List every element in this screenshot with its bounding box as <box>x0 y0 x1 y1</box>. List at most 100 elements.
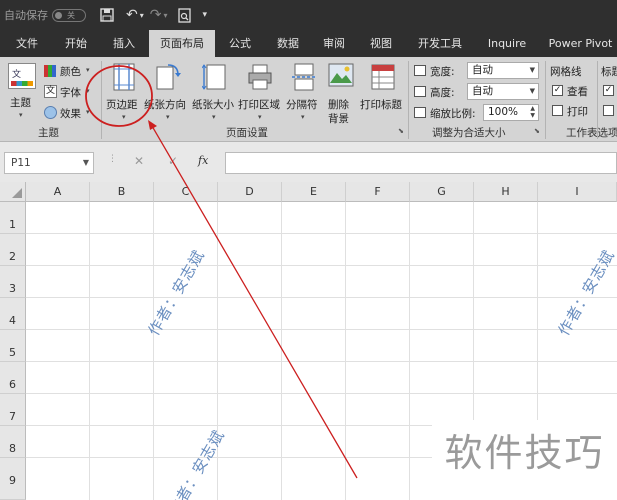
row-header-6[interactable]: 6 <box>0 362 26 394</box>
theme-colors-button[interactable]: 颜色 ▾ <box>44 63 96 79</box>
enter-icon[interactable]: ✓ <box>168 154 178 168</box>
tab-home[interactable]: 开始 <box>54 30 98 57</box>
row-number: 3 <box>9 282 16 295</box>
column-header-b[interactable]: B <box>90 182 154 202</box>
cancel-icon[interactable]: ✕ <box>134 154 144 168</box>
chevron-down-icon: ▼ <box>82 158 89 167</box>
background-label-1: 删除 <box>328 99 349 111</box>
themes-icon: 文 <box>8 63 36 89</box>
row-header-3[interactable]: 3 <box>0 266 26 298</box>
save-icon[interactable] <box>100 8 114 22</box>
row-header-1[interactable]: 1 <box>0 202 26 234</box>
column-header-a[interactable]: A <box>26 182 90 202</box>
row-header-2[interactable]: 2 <box>0 234 26 266</box>
row-number: 7 <box>9 410 16 423</box>
tab-page-layout[interactable]: 页面布局 <box>149 30 215 57</box>
ribbon: 文 主题 ▾ 颜色 ▾ 文 字体 ▾ 效果 ▾ 主题 页边距 ▾ 纸张方向 ▾ … <box>0 57 617 142</box>
breaks-button[interactable]: 分隔符 ▾ <box>286 61 322 123</box>
gridlines-label: 网格线 <box>550 66 582 78</box>
themes-button[interactable]: 文 主题 ▾ <box>4 61 40 121</box>
headings-label: 标题 <box>601 66 617 78</box>
gridlines-print-label: 打印 <box>567 106 588 118</box>
row-header-4[interactable]: 4 <box>0 298 26 330</box>
width-icon <box>414 65 426 76</box>
tab-insert[interactable]: 插入 <box>104 30 144 57</box>
column-header-e[interactable]: E <box>282 182 346 202</box>
print-area-button[interactable]: 打印区域 ▾ <box>238 61 284 123</box>
customize-icon[interactable]: ▾ <box>203 10 208 20</box>
tab-review[interactable]: 审阅 <box>316 30 352 57</box>
margins-icon <box>113 63 135 91</box>
theme-effects-label: 效果 <box>60 108 81 120</box>
select-all-button[interactable] <box>0 182 26 202</box>
row-header-8[interactable]: 8 <box>0 426 26 458</box>
autosave-toggle[interactable]: 关 <box>52 8 86 22</box>
formula-bar: P11 ▼ ⋮ ✕ ✓ fx <box>0 142 617 182</box>
autosave-label: 自动保存 <box>4 9 48 22</box>
column-header-i[interactable]: I <box>538 182 617 202</box>
name-box[interactable]: P11 ▼ <box>4 152 94 174</box>
row-number: 6 <box>9 378 16 391</box>
tab-file[interactable]: 文件 <box>6 30 48 57</box>
sheet-options-group-title: 工作表选项 <box>566 127 617 139</box>
scale-value: 100% <box>488 106 519 118</box>
column-header-f[interactable]: F <box>346 182 410 202</box>
column-header-c[interactable]: C <box>154 182 218 202</box>
row-number: 1 <box>9 218 16 231</box>
theme-fonts-button[interactable]: 文 字体 ▾ <box>44 84 96 100</box>
scale-input[interactable]: 100% ▲ ▼ <box>483 104 539 121</box>
undo-icon[interactable]: ↶ <box>126 7 138 23</box>
scale-icon <box>414 107 426 118</box>
height-label: 高度: <box>430 87 455 99</box>
column-header-d[interactable]: D <box>218 182 282 202</box>
gridlines-view-checkbox[interactable]: ✓ <box>552 85 563 96</box>
headings-view-checkbox[interactable]: ✓ <box>603 85 614 96</box>
tab-view[interactable]: 视图 <box>362 30 400 57</box>
theme-effects-button[interactable]: 效果 ▾ <box>44 105 96 121</box>
orientation-button[interactable]: 纸张方向 ▾ <box>144 61 190 123</box>
tab-inquire[interactable]: Inquire <box>478 30 536 57</box>
formula-bar-divider-icon: ⋮ <box>108 154 117 164</box>
themes-group-title: 主题 <box>38 127 59 139</box>
column-header-g[interactable]: G <box>410 182 474 202</box>
scale-launcher-icon[interactable]: ⬊ <box>534 127 540 135</box>
headings-print-checkbox[interactable] <box>603 105 614 116</box>
chevron-down-icon: ▼ <box>529 87 535 95</box>
print-titles-button[interactable]: 打印标题 <box>360 61 404 123</box>
insert-function-icon[interactable]: fx <box>198 154 208 167</box>
row-header-7[interactable]: 7 <box>0 394 26 426</box>
page-breaks-icon <box>292 63 316 91</box>
tab-formulas[interactable]: 公式 <box>222 30 258 57</box>
print-preview-icon[interactable] <box>177 7 191 23</box>
undo-dropdown-icon[interactable]: ▾ <box>140 11 144 20</box>
row-number: 8 <box>9 442 16 455</box>
height-select[interactable]: 自动 ▼ <box>467 83 539 100</box>
theme-fonts-icon: 文 <box>44 85 57 98</box>
size-button[interactable]: 纸张大小 ▾ <box>192 61 236 123</box>
gridlines-print-checkbox[interactable] <box>552 105 563 116</box>
formula-input[interactable] <box>225 152 617 174</box>
print-titles-label: 打印标题 <box>360 99 402 111</box>
orientation-label: 纸张方向 <box>144 99 186 111</box>
tab-data[interactable]: 数据 <box>268 30 308 57</box>
width-select[interactable]: 自动 ▼ <box>467 62 539 79</box>
row-header-9[interactable]: 9 <box>0 458 26 500</box>
scale-label: 缩放比例: <box>430 108 476 120</box>
chevron-down-icon: ▼ <box>529 66 535 74</box>
autosave[interactable]: 自动保存 关 <box>4 7 86 23</box>
page-setup-group-title: 页面设置 <box>226 127 268 139</box>
scale-group-title: 调整为合适大小 <box>432 127 506 139</box>
page-setup-launcher-icon[interactable]: ⬊ <box>398 127 404 135</box>
background-button[interactable]: 删除 背景 <box>326 61 356 125</box>
theme-colors-icon <box>44 65 56 77</box>
redo-icon[interactable]: ↷ <box>150 7 162 23</box>
column-header-h[interactable]: H <box>474 182 538 202</box>
redo-dropdown-icon[interactable]: ▾ <box>163 11 167 20</box>
margins-button[interactable]: 页边距 ▾ <box>104 61 144 123</box>
themes-label: 主题 <box>10 97 31 109</box>
background-label-2: 背景 <box>328 113 349 125</box>
tab-developer[interactable]: 开发工具 <box>410 30 470 57</box>
row-header-5[interactable]: 5 <box>0 330 26 362</box>
tab-power-pivot[interactable]: Power Pivot <box>544 30 617 57</box>
autosave-state: 关 <box>67 10 75 20</box>
